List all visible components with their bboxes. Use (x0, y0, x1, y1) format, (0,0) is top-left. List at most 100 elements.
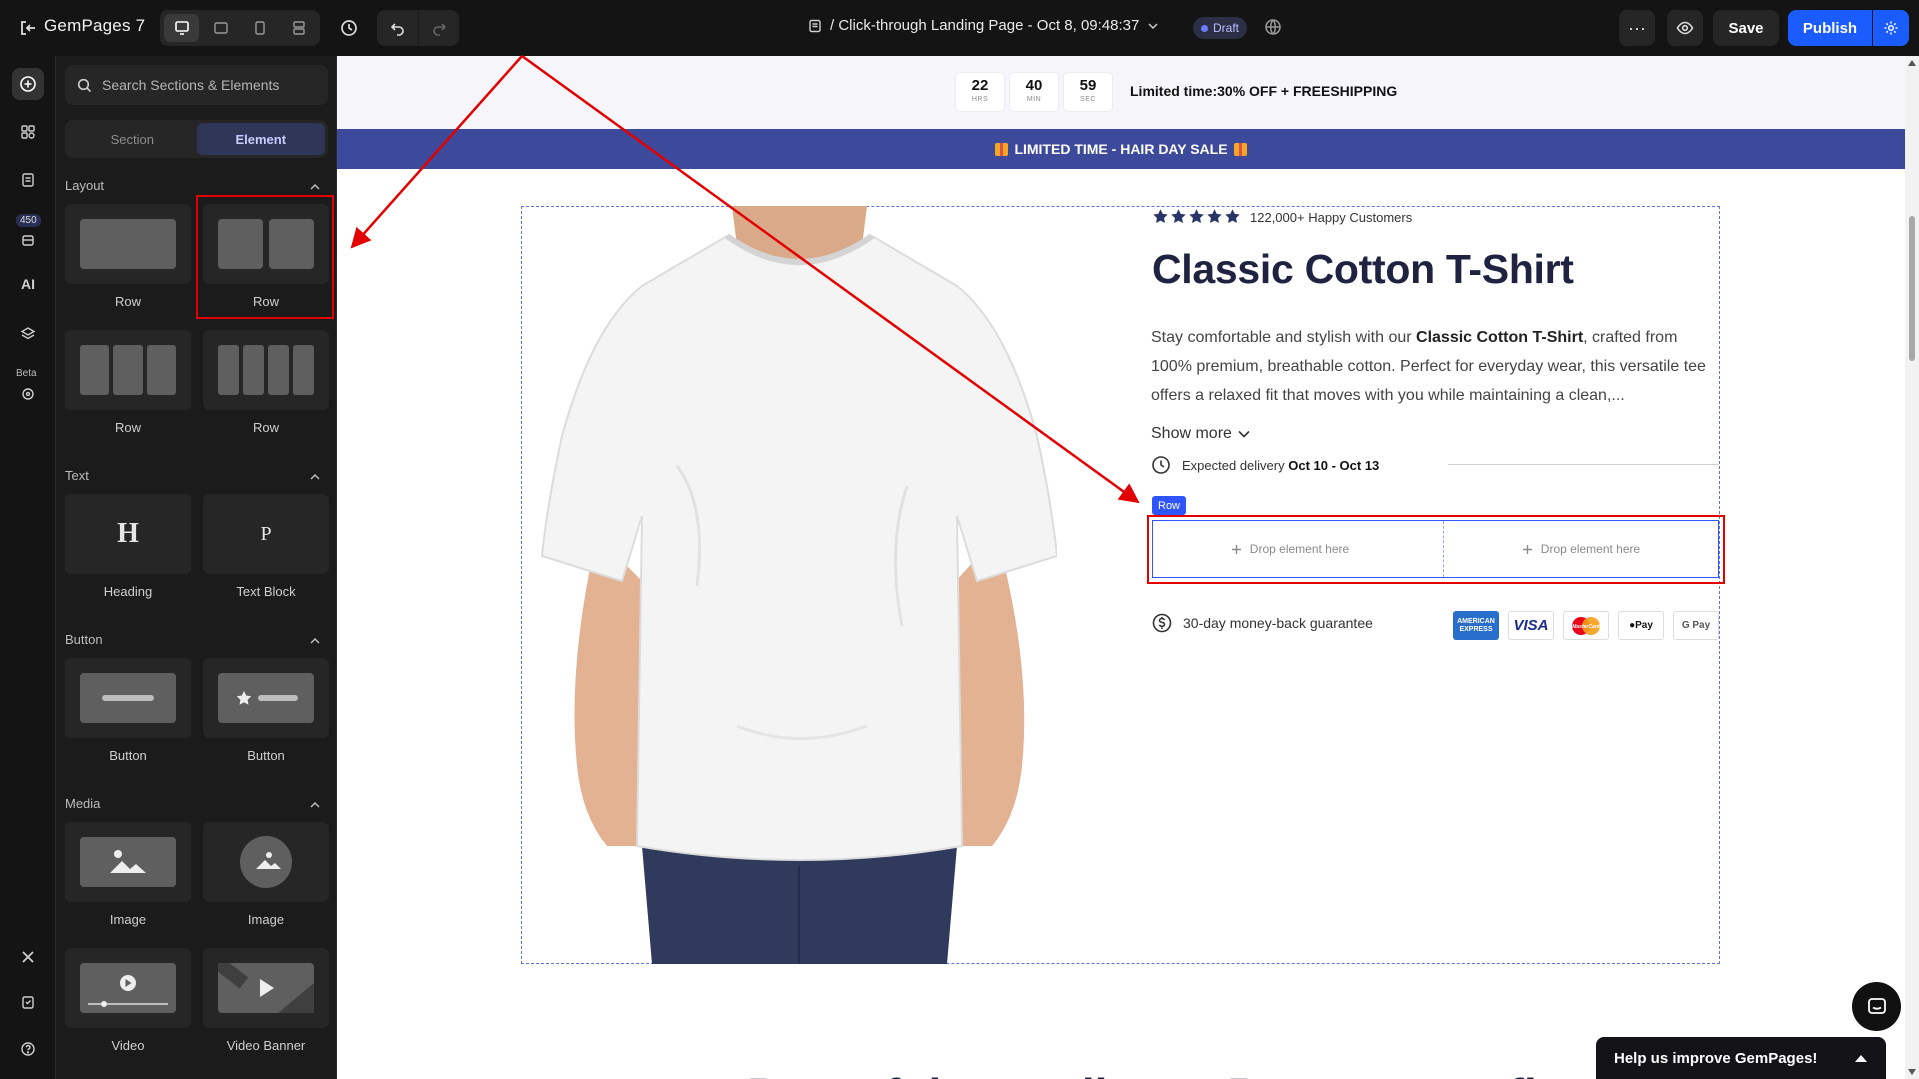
element-icon-button[interactable] (203, 658, 329, 738)
chat-button[interactable] (1852, 982, 1901, 1031)
ai-icon: AI (21, 276, 35, 292)
page-title: / Click-through Landing Page - Oct 8, 09… (830, 17, 1140, 34)
sync-icon[interactable] (1263, 17, 1285, 39)
description-bold: Classic Cotton T-Shirt (1416, 329, 1584, 346)
status-dot-icon (1201, 24, 1208, 32)
row-tag[interactable]: Row (1152, 496, 1187, 515)
undo-button[interactable] (377, 10, 418, 46)
mobile-view-button[interactable] (242, 14, 277, 42)
search-box[interactable] (65, 65, 328, 105)
element-row-3col[interactable] (65, 330, 191, 410)
checklist-button[interactable] (12, 986, 44, 1018)
chevron-up-icon[interactable] (308, 798, 322, 812)
video-banner-icon (218, 963, 314, 1013)
page-selector[interactable]: / Click-through Landing Page - Oct 8, 09… (808, 17, 1159, 34)
feedback-bar[interactable]: Help us improve GemPages! (1596, 1037, 1886, 1079)
element-label: Row (252, 294, 279, 309)
element-video-banner[interactable] (203, 948, 329, 1028)
search-input[interactable] (102, 77, 302, 93)
element-image-circle[interactable] (203, 822, 329, 902)
preview-button[interactable] (1667, 10, 1703, 46)
countdown-bar: 22 HRS 40 MIN 59 SEC Limited time:30% OF… (337, 56, 1905, 129)
layers-button[interactable] (12, 318, 44, 350)
product-image[interactable] (537, 206, 1057, 964)
star-button-icon (218, 673, 314, 723)
brand-logo: GemPages 7 (44, 16, 146, 35)
pages-button[interactable] (12, 164, 44, 196)
countdown-hours: 22 HRS (956, 73, 1004, 111)
canvas-scrollbar[interactable] (1905, 56, 1919, 1079)
editor-canvas[interactable]: 22 HRS 40 MIN 59 SEC Limited time:30% OF… (337, 56, 1905, 1079)
desktop-view-button[interactable] (164, 14, 199, 42)
tab-element[interactable]: Element (196, 123, 325, 155)
help-button[interactable] (12, 1033, 44, 1065)
pages-icon (22, 173, 34, 187)
plus-icon (1522, 544, 1532, 554)
redo-icon (433, 23, 447, 36)
save-button[interactable]: Save (1713, 10, 1779, 46)
layout-icon (292, 21, 305, 35)
exit-icon[interactable] (18, 18, 38, 38)
layout-view-button[interactable] (281, 14, 316, 42)
row-two-column-icon (218, 219, 314, 269)
element-row-1col[interactable] (65, 204, 191, 284)
row-three-column-icon (80, 345, 176, 395)
payment-methods: AMERICAN EXPRESS VISA MasterCard ● Pay G… (1453, 611, 1719, 640)
x-logo-icon (22, 951, 34, 963)
rating-stars (1152, 208, 1241, 225)
apps-button[interactable] (12, 116, 44, 148)
element-image[interactable] (65, 822, 191, 902)
element-button[interactable] (65, 658, 191, 738)
image-circle-icon (240, 836, 292, 888)
element-row-4col[interactable] (203, 330, 329, 410)
beta-feature-button[interactable] (12, 378, 44, 410)
show-more-label: Show more (1151, 425, 1232, 442)
element-label: Row (114, 294, 141, 309)
more-options-button[interactable]: ··· (1619, 10, 1655, 46)
product-title[interactable]: Classic Cotton T-Shirt (1152, 246, 1574, 293)
panel-tabs: Section Element (65, 120, 328, 158)
element-panel: Section Element Layout Row Row Row Row T… (56, 56, 337, 1079)
drop-label: Drop element here (1249, 542, 1350, 556)
x-button[interactable] (12, 941, 44, 973)
caret-up-icon[interactable] (1854, 1053, 1868, 1063)
gift-icon (1233, 142, 1247, 156)
product-description[interactable]: Stay comfortable and stylish with our Cl… (1151, 323, 1721, 410)
element-text-block[interactable]: P (203, 494, 329, 574)
element-row-2col[interactable] (203, 204, 329, 284)
layers-icon (20, 327, 36, 340)
row-element[interactable]: Drop element here Drop element here (1152, 520, 1719, 578)
drop-zone-right[interactable]: Drop element here (1443, 521, 1718, 577)
drop-label: Drop element here (1540, 542, 1641, 556)
eye-icon (1676, 21, 1694, 35)
top-bar: GemPages 7 / Click-through Landing Page … (0, 0, 1919, 56)
tab-section[interactable]: Section (68, 123, 197, 155)
element-video[interactable] (65, 948, 191, 1028)
dollar-circle-icon (1152, 613, 1172, 633)
history-icon[interactable] (337, 16, 361, 40)
scroll-down-arrow-icon[interactable] (1908, 1069, 1916, 1075)
help-icon (21, 1042, 35, 1056)
chevron-up-icon[interactable] (308, 634, 322, 648)
countdown-value: 59 (1079, 77, 1097, 94)
scroll-thumb[interactable] (1909, 216, 1915, 361)
show-more-button[interactable]: Show more (1151, 425, 1252, 443)
publish-button[interactable]: Publish (1788, 10, 1872, 46)
drop-zone-left[interactable]: Drop element here (1153, 521, 1427, 577)
element-heading[interactable]: H (65, 494, 191, 574)
chevron-up-icon[interactable] (308, 470, 322, 484)
video-icon (80, 963, 176, 1013)
sale-banner: LIMITED TIME - HAIR DAY SALE (337, 129, 1905, 169)
category-layout-title: Layout (65, 178, 105, 193)
redo-button[interactable] (418, 10, 459, 46)
ai-button[interactable]: AI (12, 268, 44, 300)
publish-settings-button[interactable] (1873, 10, 1909, 46)
scroll-up-arrow-icon[interactable] (1908, 60, 1916, 66)
element-label: Image (247, 912, 285, 927)
add-element-button[interactable] (12, 68, 44, 100)
section-heading[interactable]: Powerful Ingredients, Proven Benefits (747, 1068, 1578, 1079)
tablet-view-button[interactable] (203, 14, 238, 42)
element-label: Text Block (236, 584, 296, 599)
library-button[interactable] (12, 224, 44, 256)
chevron-up-icon[interactable] (308, 180, 322, 194)
